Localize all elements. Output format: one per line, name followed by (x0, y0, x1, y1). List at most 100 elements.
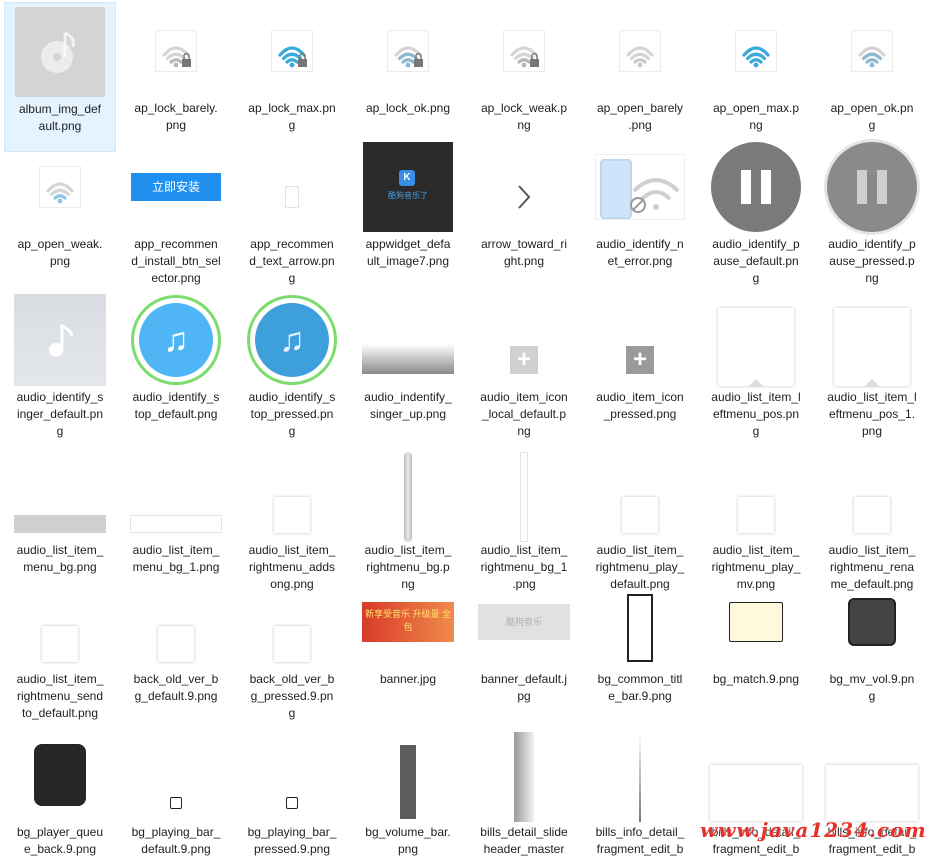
file-item[interactable]: audio_list_item_ rightmenu_bg_1 .png (468, 444, 580, 591)
file-item[interactable]: audio_list_item_ menu_bg.png (4, 444, 116, 574)
file-item[interactable]: audio_list_item_ menu_bg_1.png (120, 444, 232, 574)
file-item[interactable]: bg_common_titl e_bar.9.png (584, 573, 696, 723)
file-item[interactable]: + audio_item_icon _local_default.p ng (468, 291, 580, 441)
file-name-label: ap_open_max.p ng (712, 101, 800, 132)
file-item[interactable]: ♫ audio_identify_s top_default.png (120, 291, 232, 441)
vertical-bar-icon (352, 444, 464, 542)
file-item[interactable]: 立即安装 app_recommen d_install_btn_sel ector… (120, 138, 232, 288)
file-name-label: bg_match.9.png (712, 672, 800, 686)
singer-icon (4, 291, 116, 389)
file-item[interactable]: bills_detail_slide header_master (468, 726, 580, 856)
wifi-open-ok-icon (816, 2, 928, 100)
file-item[interactable]: arrow_toward_ri ght.png (468, 138, 580, 288)
file-item[interactable]: bills_info_detail_ fragment_edit_b (584, 726, 696, 856)
file-item[interactable]: + audio_item_icon _pressed.png (584, 291, 696, 441)
file-name-label: ap_open_weak. png (17, 237, 103, 268)
file-item[interactable]: bg_player_queu e_back.9.png (4, 726, 116, 856)
plus-icon: + (468, 291, 580, 389)
title-bar-icon (584, 573, 696, 671)
file-item[interactable]: bg_playing_bar_ pressed.9.png (236, 726, 348, 856)
file-name-label: audio_list_item_l eftmenu_pos_1. png (827, 390, 917, 438)
net-error-icon (584, 138, 696, 236)
file-item[interactable]: audio_identify_p ause_pressed.p ng (816, 138, 928, 288)
file-item[interactable]: audio_list_item_ rightmenu_play_ mv.png (700, 444, 812, 591)
file-name-label: bg_playing_bar_ default.9.png (131, 825, 221, 856)
file-name-label: audio_list_item_ menu_bg.png (16, 543, 104, 574)
banner-default-icon: 酷狗音乐 (468, 573, 580, 671)
wifi-open-barely-icon (584, 2, 696, 100)
music-stop-icon: ♫ (120, 291, 232, 389)
file-item[interactable]: audio_list_item_l eftmenu_pos_1. png (816, 291, 928, 441)
chevron-right-icon (468, 138, 580, 236)
white-box-icon (700, 726, 812, 824)
file-name-label: audio_identify_p ause_pressed.p ng (828, 237, 916, 285)
file-item[interactable]: ap_lock_barely. png (120, 2, 232, 152)
file-name-label: album_img_def ault.png (18, 102, 102, 133)
file-item[interactable]: ap_open_barely .png (584, 2, 696, 152)
file-item[interactable]: 酷狗音乐 banner_default.j pg (468, 573, 580, 723)
file-item[interactable]: audio_list_item_ rightmenu_adds ong.png (236, 444, 348, 591)
file-item[interactable]: ap_lock_weak.p ng (468, 2, 580, 152)
slide-header-icon (468, 726, 580, 824)
file-name-label: bg_volume_bar. png (365, 825, 451, 856)
wifi-open-weak-icon (4, 138, 116, 236)
file-name-label: bills_detail_slide header_master (480, 825, 568, 856)
file-name-label: ap_lock_max.pn g (248, 101, 336, 132)
file-item[interactable]: audio_indentify_ singer_up.png (352, 291, 464, 441)
file-name-label: bg_common_titl e_bar.9.png (597, 672, 683, 703)
file-name-label: audio_identify_p ause_default.pn g (712, 237, 800, 285)
blank-square-icon (816, 444, 928, 542)
file-item[interactable]: ap_open_max.p ng (700, 2, 812, 152)
file-item[interactable]: album_img_def ault.png (4, 2, 116, 152)
pause-icon (700, 138, 812, 236)
file-name-label: audio_identify_s top_default.png (132, 390, 220, 421)
file-name-label: audio_identify_s top_pressed.pn g (248, 390, 336, 438)
gradient-bar-icon (352, 291, 464, 389)
file-item[interactable]: bg_playing_bar_ default.9.png (120, 726, 232, 856)
file-name-label: bg_player_queu e_back.9.png (16, 825, 104, 856)
album-icon (5, 3, 115, 101)
file-item[interactable]: audio_list_item_ rightmenu_send to_defau… (4, 573, 116, 723)
file-name-label: back_old_ver_b g_pressed.9.pn g (249, 672, 335, 720)
plus-pressed-icon: + (584, 291, 696, 389)
match-bg-icon (700, 573, 812, 671)
file-item[interactable]: ap_lock_ok.png (352, 2, 464, 152)
file-item[interactable]: K 酷狗音乐了 appwidget_defa ult_image7.png (352, 138, 464, 288)
file-item[interactable]: bg_volume_bar. png (352, 726, 464, 856)
file-item[interactable]: 新享受音乐 升级量 全包 banner.jpg (352, 573, 464, 723)
file-item[interactable]: audio_list_item_l eftmenu_pos.pn g (700, 291, 812, 441)
file-name-label: audio_list_item_ menu_bg_1.png (132, 543, 220, 574)
file-item[interactable]: audio_list_item_ rightmenu_bg.p ng (352, 444, 464, 591)
file-item[interactable]: ap_open_weak. png (4, 138, 116, 288)
file-name-label: audio_list_item_ rightmenu_send to_defau… (16, 672, 104, 720)
blank-square-icon (120, 573, 232, 671)
install-button-icon: 立即安装 (120, 138, 232, 236)
file-item[interactable]: back_old_ver_b g_pressed.9.pn g (236, 573, 348, 723)
menu-pos-1-icon (816, 291, 928, 389)
file-name-label: audio_indentify_ singer_up.png (364, 390, 452, 421)
file-name-label: audio_identify_n et_error.png (596, 237, 684, 268)
file-name-label: banner_default.j pg (480, 672, 568, 703)
file-item[interactable]: bg_mv_vol.9.pn g (816, 573, 928, 723)
mv-vol-icon (816, 573, 928, 671)
white-box-icon (816, 726, 928, 824)
install-button-text: 立即安装 (131, 173, 221, 201)
file-name-label: back_old_ver_b g_default.9.png (133, 672, 219, 703)
blank-square-icon (236, 573, 348, 671)
file-item[interactable]: audio_identify_n et_error.png (584, 138, 696, 288)
file-item[interactable]: back_old_ver_b g_default.9.png (120, 573, 232, 723)
file-item[interactable]: audio_list_item_ rightmenu_rena me_defau… (816, 444, 928, 591)
file-item[interactable]: app_recommen d_text_arrow.pn g (236, 138, 348, 288)
file-item[interactable]: ♫ audio_identify_s top_pressed.pn g (236, 291, 348, 441)
file-item[interactable]: audio_identify_s inger_default.pn g (4, 291, 116, 441)
widget-caption: 酷狗音乐了 (388, 191, 428, 200)
tiny-square-icon (120, 726, 232, 824)
file-item[interactable]: audio_list_item_ rightmenu_play_ default… (584, 444, 696, 591)
file-name-label: ap_open_barely .png (596, 101, 684, 132)
file-item[interactable]: ap_open_ok.pn g (816, 2, 928, 152)
file-name-label: bills_info_detail_ fragment_edit_b (595, 825, 685, 856)
blank-square-icon (4, 573, 116, 671)
file-item[interactable]: bg_match.9.png (700, 573, 812, 723)
file-item[interactable]: ap_lock_max.pn g (236, 2, 348, 152)
file-item[interactable]: audio_identify_p ause_default.pn g (700, 138, 812, 288)
